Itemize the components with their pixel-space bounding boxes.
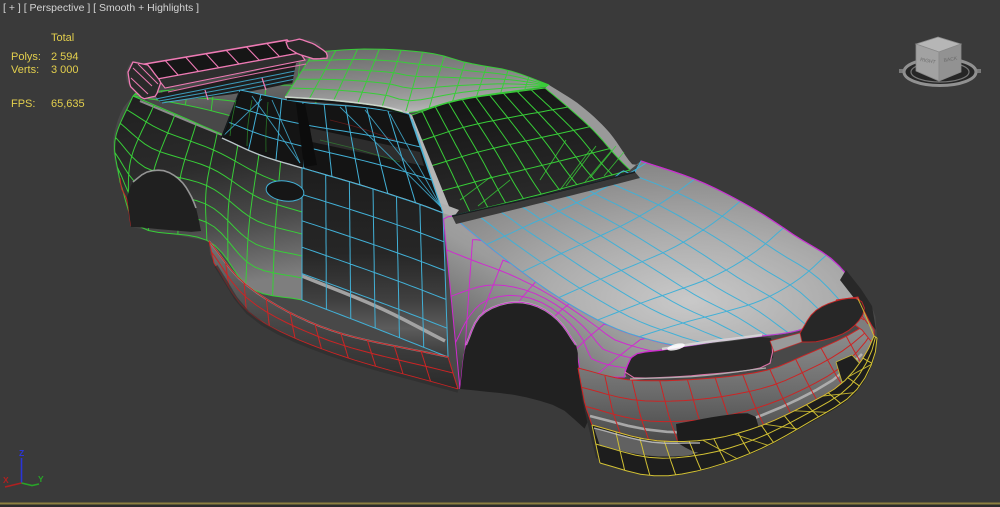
svg-text:Z: Z (19, 448, 24, 458)
svg-text:Y: Y (38, 474, 44, 484)
svg-text:X: X (3, 475, 9, 485)
